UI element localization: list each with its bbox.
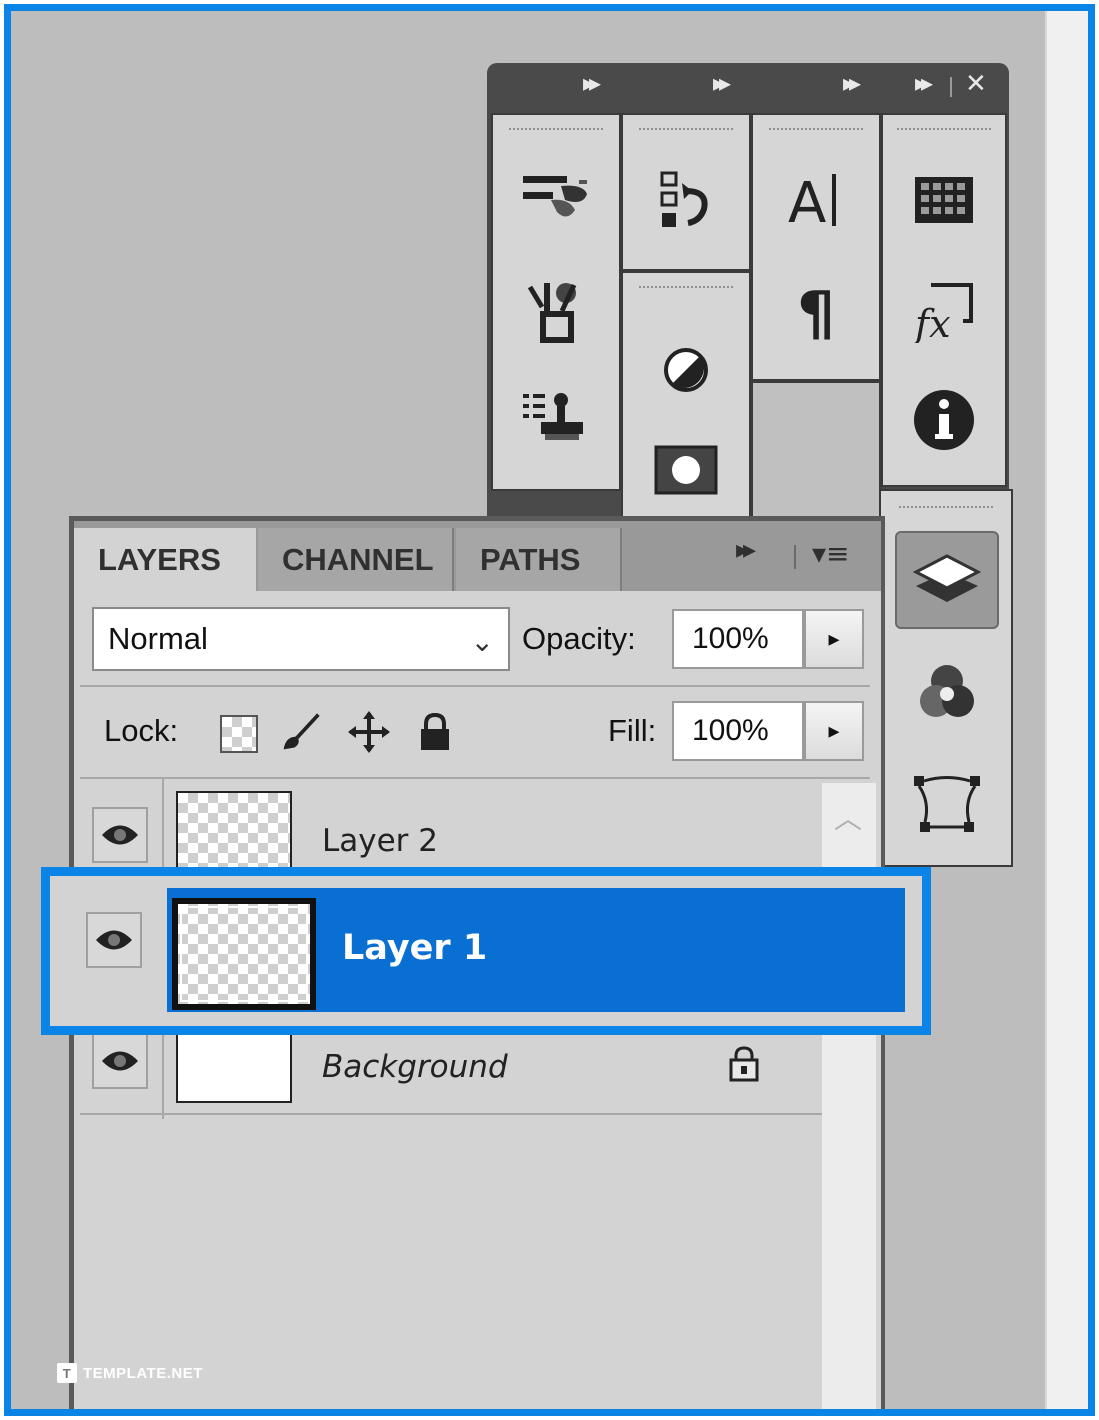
opacity-slider-button[interactable]: ▸ <box>804 609 864 669</box>
watermark: T TEMPLATE.NET <box>57 1363 203 1383</box>
eye-icon[interactable] <box>92 807 148 863</box>
layer-name: Background <box>322 1049 508 1085</box>
selected-layer-row[interactable]: Layer 1 <box>41 867 931 1035</box>
blend-mode-select[interactable]: Normal ⌄ <box>92 607 510 671</box>
history-icon[interactable] <box>649 165 723 239</box>
divider <box>80 1113 822 1115</box>
layer-name: Layer 2 <box>322 823 439 859</box>
dock-column-2-top <box>621 113 751 271</box>
tab-channels[interactable]: CHANNEL <box>258 528 454 591</box>
clone-source-icon[interactable] <box>519 383 593 457</box>
tab-layers[interactable]: LAYERS <box>74 528 256 591</box>
blend-mode-value: Normal <box>108 621 208 656</box>
layer-name: Layer 1 <box>342 928 488 968</box>
opacity-label: Opacity: <box>522 621 636 656</box>
scroll-up-icon[interactable]: ︿ <box>834 797 862 837</box>
grip-handle[interactable] <box>638 127 734 132</box>
paragraph-icon[interactable]: ¶ <box>779 273 853 347</box>
lock-transparent-pixels-icon[interactable] <box>220 715 258 753</box>
grip-handle[interactable] <box>896 127 992 132</box>
panel-tab-bar: LAYERS CHANNEL PATHS ▸▸ ▾≡ <box>74 521 881 591</box>
layer-thumbnail <box>172 898 316 1010</box>
header-separator <box>950 77 952 97</box>
screenshot-frame: ▸▸ ▸▸ ▸▸ ▸▸ ✕ A ¶ fx LAYERS CHANNEL PATH… <box>4 4 1095 1416</box>
info-icon[interactable] <box>907 383 981 457</box>
lock-all-icon[interactable] <box>414 711 456 753</box>
grip-handle[interactable] <box>508 127 604 132</box>
expand-arrows-icon[interactable]: ▸▸ <box>915 69 933 97</box>
divider <box>80 777 870 779</box>
layers-icon[interactable] <box>895 531 999 629</box>
svg-text:A: A <box>788 171 826 230</box>
swatches-icon[interactable] <box>907 163 981 237</box>
panel-dock: ▸▸ ▸▸ ▸▸ ▸▸ ✕ A ¶ fx <box>487 63 1009 521</box>
expand-arrows-icon[interactable]: ▸▸ <box>713 69 731 97</box>
divider <box>80 685 870 687</box>
lock-icon <box>728 1045 760 1087</box>
eye-icon[interactable] <box>92 1033 148 1089</box>
brushes-icon[interactable] <box>519 161 593 235</box>
lock-position-icon[interactable] <box>348 711 390 753</box>
expand-arrows-icon[interactable]: ▸▸ <box>843 69 861 97</box>
masks-icon[interactable] <box>649 433 723 507</box>
expand-arrows-icon[interactable]: ▸▸ <box>583 69 601 97</box>
empty-dock-slot <box>751 381 881 521</box>
dock-column-1 <box>491 113 621 491</box>
adjustments-icon[interactable] <box>649 333 723 407</box>
grip-handle[interactable] <box>638 285 734 290</box>
chevron-down-icon: ⌄ <box>470 626 494 657</box>
template-logo-icon: T <box>57 1363 77 1383</box>
tab-paths[interactable]: PATHS <box>456 528 622 591</box>
tab-separator <box>794 545 796 569</box>
opacity-input[interactable]: 100% <box>672 609 804 669</box>
workspace-edge <box>1045 11 1088 1409</box>
channels-icon[interactable] <box>895 643 999 741</box>
character-icon[interactable]: A <box>779 163 853 237</box>
lock-image-pixels-icon[interactable] <box>280 711 322 753</box>
dock-header[interactable]: ▸▸ ▸▸ ▸▸ ▸▸ ✕ <box>487 63 1009 107</box>
grip-handle[interactable] <box>898 505 994 510</box>
close-icon[interactable]: ✕ <box>965 69 987 99</box>
eye-icon[interactable] <box>86 912 142 968</box>
dock-column-4: fx <box>881 113 1007 487</box>
lock-label: Lock: <box>104 713 179 748</box>
mini-panel-dock <box>879 489 1013 867</box>
dock-column-2-bottom <box>621 271 751 521</box>
watermark-text: TEMPLATE.NET <box>83 1364 203 1382</box>
styles-icon[interactable]: fx <box>907 275 981 349</box>
svg-text:fx: fx <box>912 302 951 343</box>
tool-presets-icon[interactable] <box>519 275 593 349</box>
grip-handle[interactable] <box>768 127 864 132</box>
fill-label: Fill: <box>608 713 657 748</box>
dock-column-3: A ¶ <box>751 113 881 381</box>
fill-input[interactable]: 100% <box>672 701 804 761</box>
collapse-arrows-icon[interactable]: ▸▸ <box>736 535 756 565</box>
svg-text:¶: ¶ <box>797 280 835 340</box>
paths-icon[interactable] <box>895 755 999 853</box>
layer-row[interactable]: Background <box>74 1021 822 1137</box>
fill-slider-button[interactable]: ▸ <box>804 701 864 761</box>
panel-menu-icon[interactable]: ▾≡ <box>812 537 850 570</box>
